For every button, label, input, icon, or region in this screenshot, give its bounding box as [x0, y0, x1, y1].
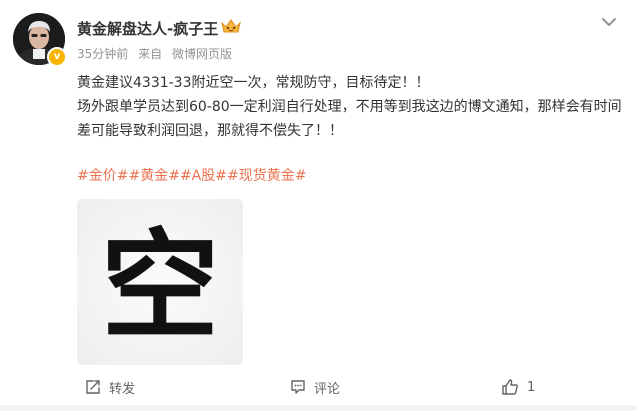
comment-button[interactable]: 评论 — [290, 372, 340, 402]
like-count: 1 — [527, 379, 536, 395]
post-image[interactable]: 空 — [77, 199, 243, 365]
repost-icon — [86, 380, 100, 394]
author-name[interactable]: 黄金解盘达人-疯子王 — [77, 18, 218, 39]
topic-tags: #金价##黄金##A股##现货黄金# — [77, 165, 306, 185]
avatar[interactable]: v — [13, 13, 67, 67]
member-crown-icon[interactable] — [220, 17, 242, 35]
source-prefix: 来自 — [138, 47, 163, 61]
tag-a-shares[interactable]: #A股# — [180, 168, 227, 184]
post-source: 微博网页版 — [171, 47, 232, 61]
action-bar: 转发 评论 1 — [0, 372, 636, 402]
tag-gold-price[interactable]: #金价# — [77, 168, 128, 184]
thumbs-up-icon — [502, 379, 518, 395]
tag-spot-gold[interactable]: #现货黄金# — [227, 168, 306, 184]
repost-label: 转发 — [109, 381, 136, 397]
calligraphy-character: 空 — [101, 216, 219, 355]
tag-gold[interactable]: #黄金# — [128, 168, 179, 184]
post-time[interactable]: 35分钟前 — [77, 47, 128, 61]
post-text-line1: 黄金建议4331-33附近空一次，常规防守，目标待定！！ — [77, 75, 430, 91]
post-text: 黄金建议4331-33附近空一次，常规防守，目标待定！！ 场外跟单学员达到60-… — [77, 71, 625, 143]
like-button[interactable]: 1 — [501, 372, 535, 402]
chevron-down-icon[interactable] — [599, 14, 619, 30]
feed-divider — [0, 405, 636, 411]
post-meta: 35分钟前 来自 微博网页版 — [77, 45, 238, 62]
repost-button[interactable]: 转发 — [85, 372, 135, 402]
comment-icon — [291, 380, 305, 394]
post-text-line2: 场外跟单学员达到60-80一定利润自行处理，不用等到我这边的博文通知，那样会有时… — [77, 99, 622, 139]
comment-label: 评论 — [314, 381, 341, 397]
verified-badge-icon: v — [47, 47, 67, 67]
weibo-post: v 黄金解盘达人-疯子王 35分钟前 来自 微博网页版 黄金建议4331-33附… — [0, 0, 636, 411]
